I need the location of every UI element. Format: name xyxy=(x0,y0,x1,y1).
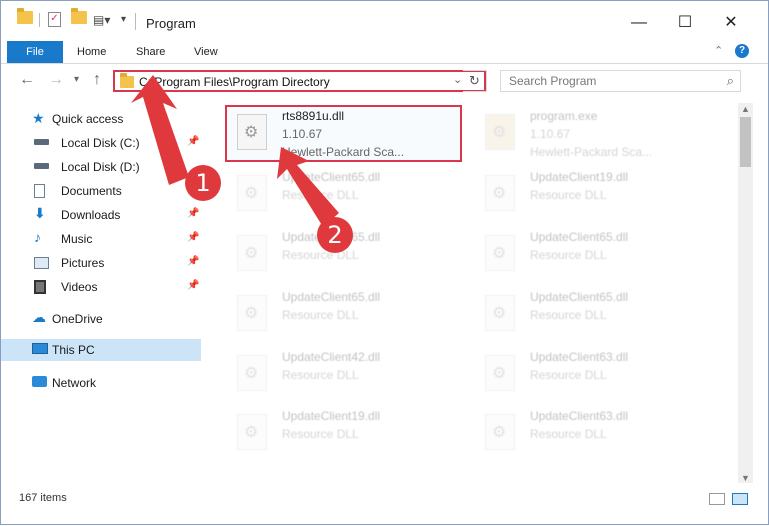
arrow-1 xyxy=(131,75,189,185)
step-2-badge: 2 xyxy=(317,217,353,253)
arrow-2 xyxy=(277,147,339,227)
annotation-overlay xyxy=(131,75,339,227)
explorer-window: ✓ ▤▾ ▾ Program — ☐ ✕ File Home Share Vie… xyxy=(0,0,769,525)
step-1-badge: 1 xyxy=(185,165,221,201)
